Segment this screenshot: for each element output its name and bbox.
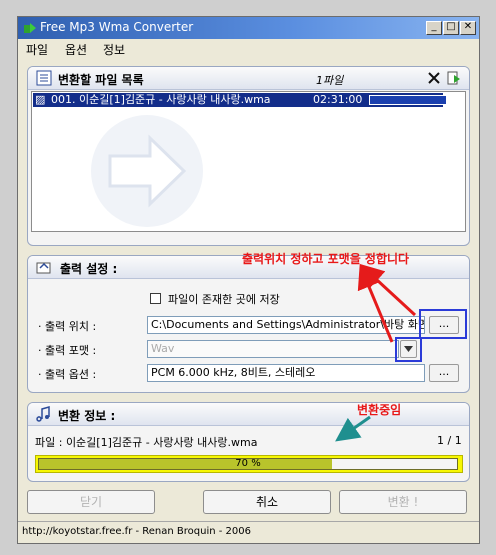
menu-bar: 파일 옵션 정보 <box>18 39 479 59</box>
annotation-box-format <box>395 337 422 362</box>
cancel-button[interactable]: 취소 <box>203 490 331 514</box>
close-button[interactable]: 닫기 <box>27 490 155 514</box>
row-progress-fill <box>370 96 446 104</box>
add-file-icon[interactable] <box>446 70 462 86</box>
annotation-box-browse <box>419 309 467 339</box>
settings-icon <box>36 262 51 274</box>
file-list-header: 변환할 파일 목록 1파일 <box>28 67 469 90</box>
close-window-button[interactable]: ✕ <box>460 21 476 35</box>
options-button[interactable]: ... <box>429 364 459 382</box>
remove-file-icon[interactable] <box>427 71 441 85</box>
annotation-text-mid: 변환중임 <box>357 403 402 417</box>
file-counter: 1 / 1 <box>437 434 462 447</box>
row-index: 001. <box>51 93 76 106</box>
format-label: · 출력 포맷 : <box>38 344 97 357</box>
music-note-icon <box>36 406 50 422</box>
minimize-button[interactable]: _ <box>426 21 442 35</box>
format-select[interactable]: Wav <box>147 340 399 358</box>
file-count: 1파일 <box>316 74 344 87</box>
output-title: 출력 설정 : <box>60 262 118 276</box>
progress-bar: 70 % <box>38 458 458 470</box>
menu-options[interactable]: 옵션 <box>65 41 87 58</box>
app-icon <box>24 23 36 33</box>
info-header: 변환 정보 : <box>28 403 469 426</box>
current-file-text: 파일 : 이순길[1]김준규 - 사랑사랑 내사랑.wma <box>35 436 258 449</box>
options-display: PCM 6.000 kHz, 8비트, 스테레오 <box>147 364 425 382</box>
status-bar: http://koyotstar.free.fr - Renan Broquin… <box>18 521 479 543</box>
options-label: · 출력 옵션 : <box>38 368 97 381</box>
row-progress-bar <box>369 95 447 105</box>
same-folder-checkbox[interactable] <box>150 293 161 304</box>
location-input[interactable]: C:\Documents and Settings\Administrator\… <box>147 316 425 334</box>
menu-file[interactable]: 파일 <box>26 41 48 58</box>
menu-info[interactable]: 정보 <box>103 41 125 58</box>
row-filename: 이순길[1]김준규 - 사랑사랑 내사랑.wma <box>79 93 271 106</box>
annotation-text-top: 출력위치 정하고 포맷을 정합니다 <box>242 252 410 266</box>
convert-button[interactable]: 변환 ! <box>339 490 467 514</box>
output-panel: 출력 설정 : 파일이 존재한 곳에 저장 · 출력 위치 : C:\Docum… <box>27 255 470 393</box>
info-title: 변환 정보 : <box>58 409 116 423</box>
same-folder-label: 파일이 존재한 곳에 저장 <box>168 293 280 306</box>
title-bar[interactable]: Free Mp3 Wma Converter _ □ ✕ <box>18 17 479 39</box>
maximize-button[interactable]: □ <box>443 21 459 35</box>
row-duration: 02:31:00 <box>313 93 363 106</box>
watermark-arrow-icon <box>91 115 203 227</box>
location-label: · 출력 위치 : <box>38 320 97 333</box>
row-checkbox-icon[interactable]: ▨ <box>35 93 45 107</box>
progress-highlight: 70 % <box>35 455 463 473</box>
app-window: Free Mp3 Wma Converter _ □ ✕ 파일 옵션 정보 변환… <box>17 16 480 544</box>
file-list-panel: 변환할 파일 목록 1파일 ▨ 001. 이순길[1]김준규 - 사랑사랑 내사… <box>27 66 470 246</box>
list-icon <box>36 70 52 86</box>
list-item[interactable]: ▨ 001. 이순길[1]김준규 - 사랑사랑 내사랑.wma 02:31:00 <box>33 93 447 107</box>
window-title: Free Mp3 Wma Converter <box>40 20 194 34</box>
file-list-title: 변환할 파일 목록 <box>58 73 144 87</box>
file-list[interactable]: ▨ 001. 이순길[1]김준규 - 사랑사랑 내사랑.wma 02:31:00 <box>31 91 466 232</box>
progress-text: 70 % <box>235 458 261 469</box>
status-text: http://koyotstar.free.fr - Renan Broquin… <box>22 526 251 537</box>
